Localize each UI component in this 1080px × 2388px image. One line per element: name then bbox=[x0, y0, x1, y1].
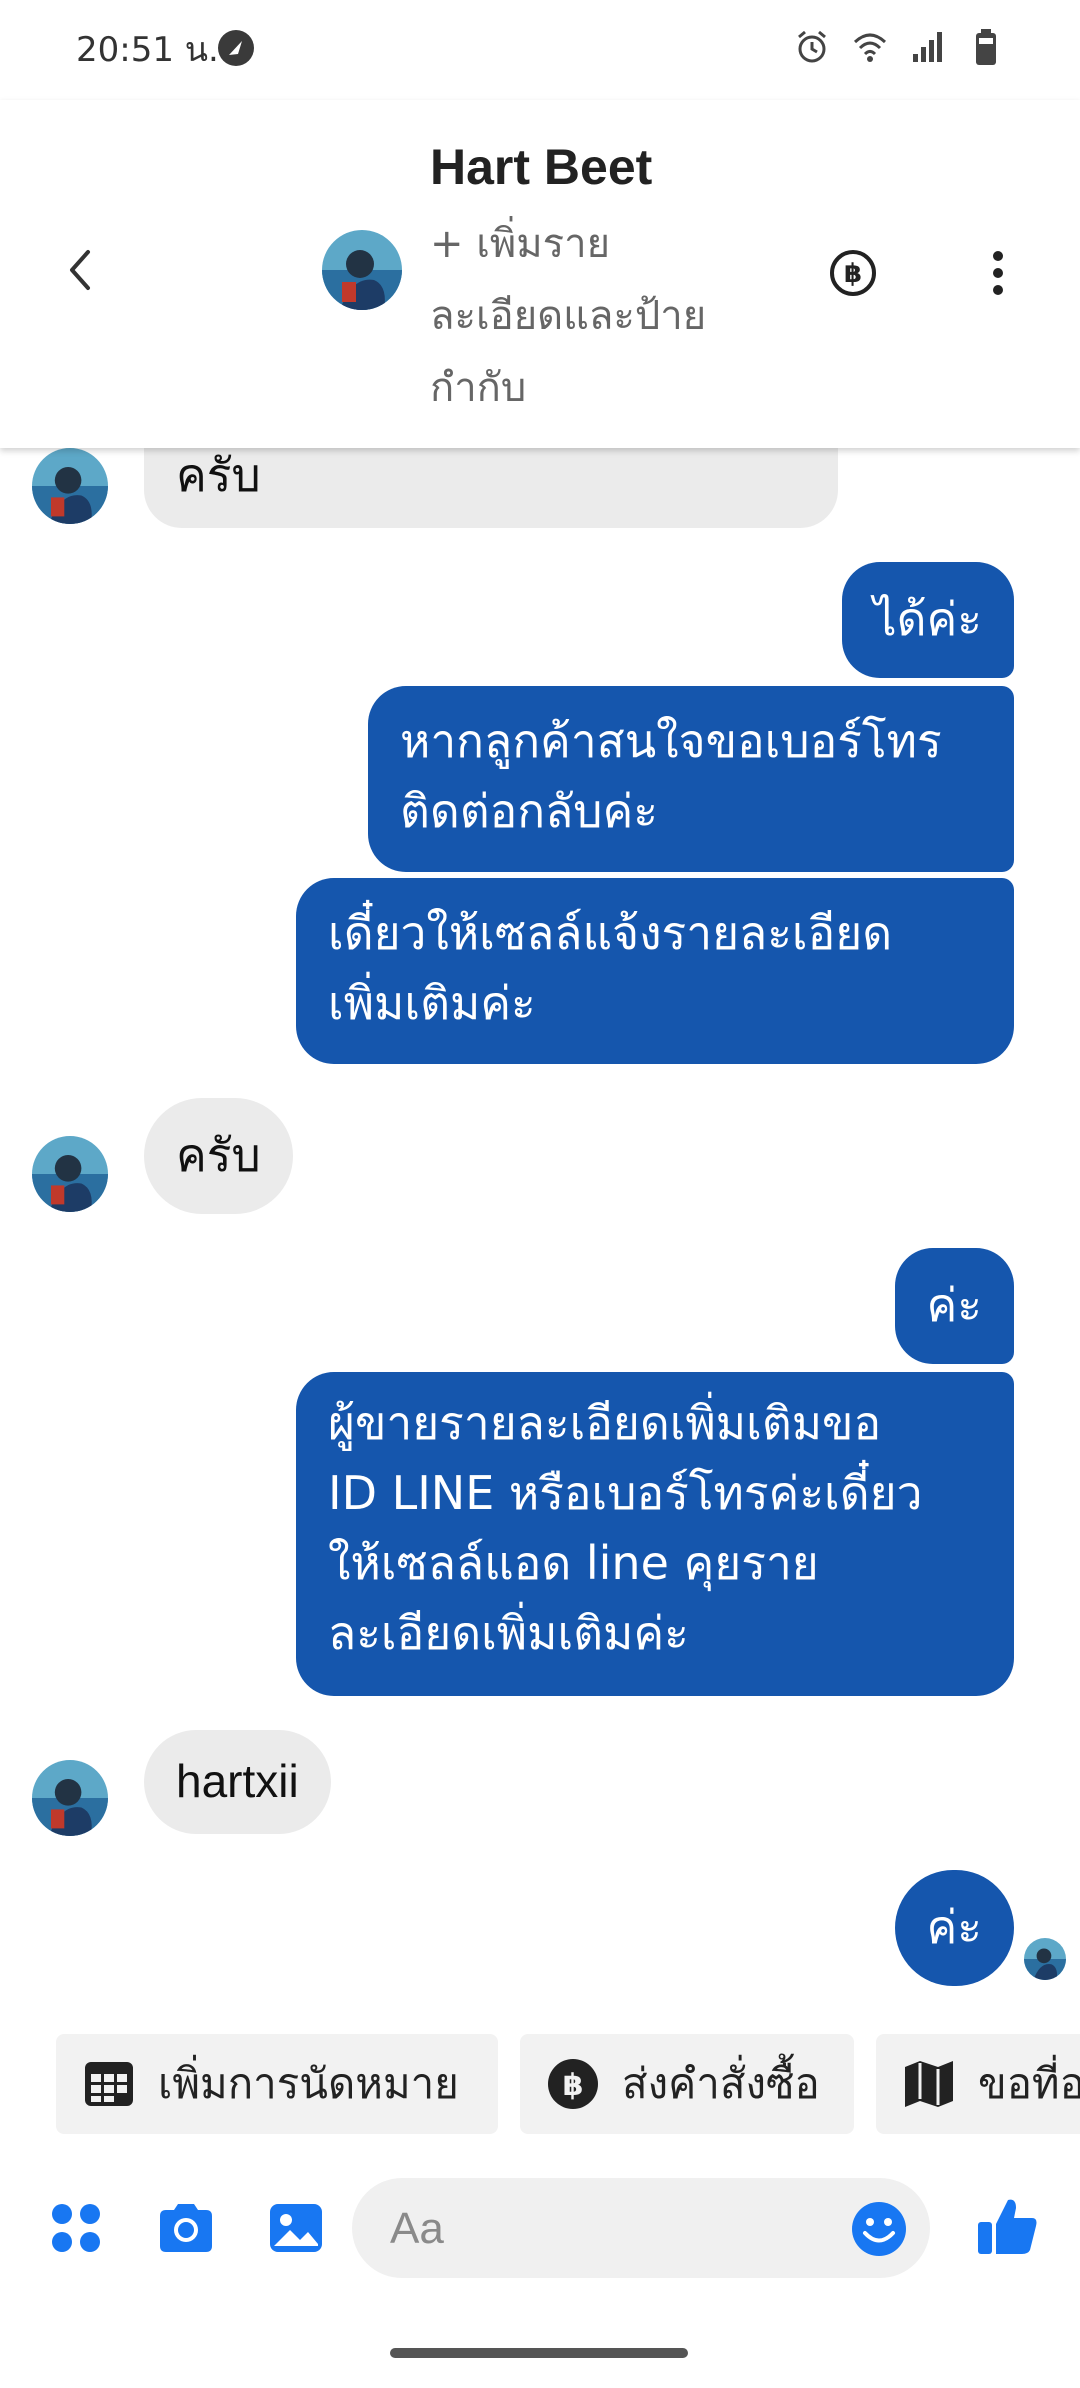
baht-icon: ฿ bbox=[830, 250, 876, 296]
camera-icon bbox=[160, 2204, 212, 2252]
message-composer bbox=[0, 2172, 1080, 2282]
message-bubble[interactable]: ครับ bbox=[144, 448, 838, 528]
calendar-icon bbox=[85, 2062, 133, 2106]
message-bubble[interactable]: hartxii bbox=[144, 1730, 331, 1834]
sender-avatar[interactable] bbox=[32, 1136, 108, 1212]
message-input-container[interactable] bbox=[352, 2178, 930, 2280]
baht-button[interactable]: ฿ bbox=[828, 248, 878, 298]
sender-avatar[interactable] bbox=[32, 448, 108, 524]
read-receipt-avatar bbox=[1024, 1938, 1066, 1980]
chip-label: ขอที่อ bbox=[978, 2059, 1080, 2108]
battery-icon bbox=[968, 28, 1004, 66]
alarm-icon bbox=[794, 28, 830, 66]
svg-text:฿: ฿ bbox=[563, 2068, 584, 2103]
baht-icon: ฿ bbox=[548, 2059, 598, 2109]
contact-name[interactable]: Hart Beet bbox=[430, 138, 652, 196]
emoji-button[interactable] bbox=[850, 2200, 908, 2258]
more-icon bbox=[993, 251, 1003, 295]
like-button[interactable] bbox=[976, 2194, 1037, 2254]
message-bubble[interactable]: เดี๋ยวให้เซลล์แจ้งรายละเอียด เพิ่มเติมค่… bbox=[296, 878, 1014, 1064]
message-bubble[interactable]: ค่ะ bbox=[894, 1870, 1014, 1986]
message-bubble[interactable]: หากลูกค้าสนใจขอเบอร์โทร ติดต่อกลับค่ะ bbox=[368, 686, 1014, 872]
send-order-chip[interactable]: ฿ ส่งคำสั่งซื้อ bbox=[520, 2034, 854, 2134]
navigation-icon bbox=[218, 30, 254, 66]
wifi-icon bbox=[852, 28, 888, 66]
more-button[interactable] bbox=[978, 248, 1018, 298]
sender-avatar[interactable] bbox=[32, 1760, 108, 1836]
gallery-button[interactable] bbox=[266, 2198, 326, 2258]
home-indicator[interactable] bbox=[390, 2348, 688, 2358]
quick-reply-bar: เพิ่มการนัดหมาย ฿ ส่งคำสั่งซื้อ ขอที่อ bbox=[0, 2034, 1080, 2140]
conversation-header: Hart Beet + เพิ่มราย ละเอียดและป้าย กำกั… bbox=[0, 100, 1080, 448]
add-details-link[interactable]: + เพิ่มราย ละเอียดและป้าย กำกับ bbox=[430, 208, 770, 424]
apps-icon bbox=[52, 2204, 100, 2252]
message-bubble[interactable]: ผู้ขายรายละเอียดเพิ่มเติมขอ ID LINE หรือ… bbox=[296, 1372, 1014, 1696]
camera-button[interactable] bbox=[156, 2198, 216, 2258]
chip-label: เพิ่มการนัดหมาย bbox=[158, 2059, 459, 2108]
back-icon bbox=[70, 250, 90, 290]
message-input[interactable] bbox=[388, 2178, 832, 2280]
message-thread[interactable]: ครับ ได้ค่ะ หากลูกค้าสนใจขอเบอร์โทร ติดต… bbox=[0, 448, 1080, 2008]
chip-label: ส่งคำสั่งซื้อ bbox=[622, 2059, 820, 2108]
like-icon bbox=[978, 2199, 1037, 2254]
signal-icon bbox=[910, 28, 946, 66]
request-location-chip[interactable]: ขอที่อ bbox=[876, 2034, 1080, 2134]
contact-avatar[interactable] bbox=[322, 230, 402, 310]
status-bar: 20:51 น. bbox=[0, 0, 1080, 100]
map-icon bbox=[905, 2061, 953, 2107]
back-button[interactable] bbox=[56, 240, 106, 300]
svg-text:฿: ฿ bbox=[844, 259, 862, 289]
add-appointment-chip[interactable]: เพิ่มการนัดหมาย bbox=[56, 2034, 498, 2134]
emoji-icon bbox=[852, 2202, 906, 2256]
message-bubble[interactable]: ครับ bbox=[144, 1098, 293, 1214]
message-bubble[interactable]: ค่ะ bbox=[894, 1248, 1014, 1364]
apps-button[interactable] bbox=[46, 2198, 106, 2258]
message-bubble[interactable]: ได้ค่ะ bbox=[841, 562, 1014, 678]
status-time: 20:51 น. bbox=[76, 30, 219, 70]
gallery-icon bbox=[270, 2204, 322, 2252]
